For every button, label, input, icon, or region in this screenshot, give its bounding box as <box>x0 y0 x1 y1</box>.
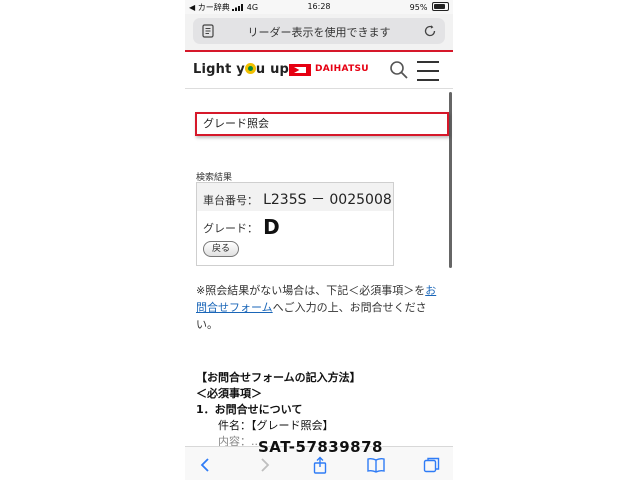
light-you-up-logo[interactable]: Light y u up <box>193 62 289 77</box>
notice-text: ※照会結果がない場合は、下記＜必須事項＞をお問合せフォームへご入力の上、お問合せ… <box>196 282 440 333</box>
daihatsu-name: DAIHATSU <box>315 64 369 74</box>
grade-value: D <box>263 215 280 239</box>
grade-label: グレード： <box>203 222 258 235</box>
site-header: Light y u up DAIHATSU <box>185 52 453 89</box>
chassis-label: 車台番号： <box>203 194 258 207</box>
howto-heading: 【お問合せフォームの記入方法】 <box>196 371 361 384</box>
item1-heading: 1．お問合せについて <box>196 403 303 416</box>
result-box: 車台番号： L235S － 0025008 グレード： D 戻る <box>196 182 394 266</box>
section-title: グレード照会 <box>195 112 449 136</box>
bookmarks-icon[interactable] <box>367 456 385 474</box>
battery-icon <box>432 2 449 11</box>
required-heading: ＜必須事項＞ <box>196 387 262 400</box>
back-button[interactable]: 戻る <box>203 241 240 257</box>
share-icon[interactable] <box>311 456 329 474</box>
reader-available-text: リーダー表示を使用できます <box>247 26 391 39</box>
back-chevron-icon[interactable] <box>197 456 215 474</box>
hamburger-menu-icon[interactable] <box>417 60 439 82</box>
forward-chevron-icon[interactable] <box>255 456 273 474</box>
browser-address-bar: リーダー表示を使用できます <box>185 14 453 50</box>
scrollbar-thumb[interactable] <box>449 92 452 268</box>
daihatsu-mark-icon <box>289 64 311 76</box>
battery-percent: 95% <box>409 3 428 12</box>
status-right: 95% <box>410 2 449 12</box>
tabs-icon[interactable] <box>423 456 441 474</box>
subject-line: 件名：【グレード照会】 <box>218 419 334 432</box>
chassis-value: L235S － 0025008 <box>263 192 392 208</box>
phone-screen: ◀ カー辞典 4G 16:28 95% リーダー表示を使用できます Light … <box>185 0 453 480</box>
result-row-chassis: 車台番号： L235S － 0025008 <box>197 183 393 211</box>
notice-pre: ※照会結果がない場合は、下記＜必須事項＞を <box>196 284 426 297</box>
address-field[interactable]: リーダー表示を使用できます <box>193 18 445 44</box>
status-bar: ◀ カー辞典 4G 16:28 95% <box>185 0 453 14</box>
logo-o-icon <box>244 63 256 74</box>
search-icon[interactable] <box>389 60 409 80</box>
logo-text-end: u up <box>255 62 290 77</box>
logo-text-start: Light y <box>193 62 245 77</box>
result-row-grade: グレード： D <box>203 215 280 239</box>
battery-fill <box>434 4 446 9</box>
reload-icon[interactable] <box>423 24 437 38</box>
watermark-id: SAT-57839878 <box>258 438 383 456</box>
